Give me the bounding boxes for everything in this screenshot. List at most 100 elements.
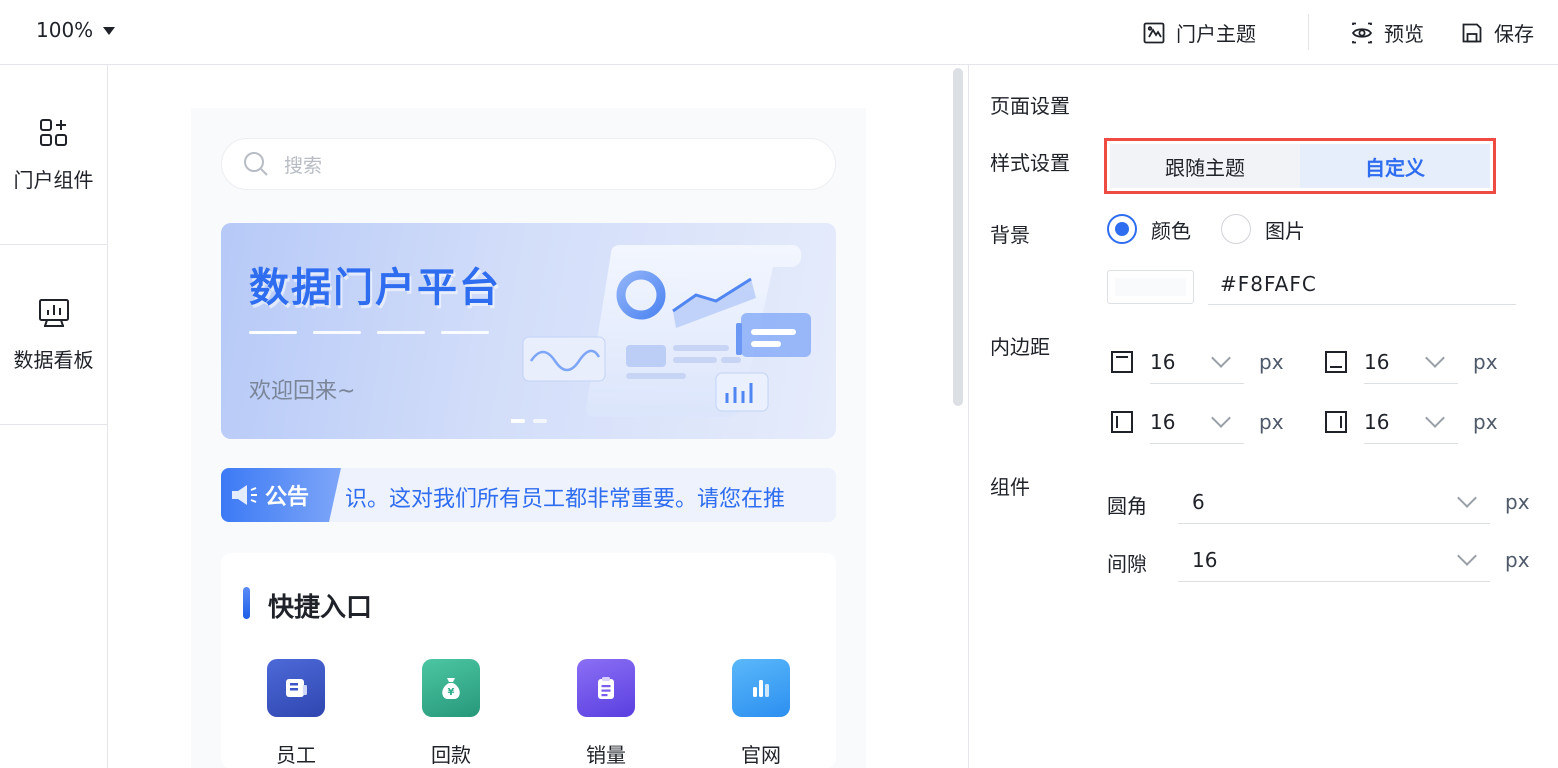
quick-entry-card: 快捷入口 员工 ¥ 回款 销量 官网 — [221, 553, 836, 768]
gap-label: 间隙 — [1107, 552, 1147, 576]
announcement-text: 识。这对我们所有员工都非常重要。请您在推 — [345, 487, 786, 512]
radius-unit: px — [1505, 490, 1530, 514]
style-settings-label: 样式设置 — [990, 151, 1070, 175]
search-box[interactable]: 搜索 — [221, 138, 836, 190]
padding-bottom-icon — [1325, 351, 1347, 373]
quick-entry-staff[interactable]: 员工 — [256, 659, 336, 768]
money-bag-icon: ¥ — [442, 678, 460, 699]
radius-label: 圆角 — [1107, 494, 1147, 518]
padding-top-value: 16 — [1150, 349, 1176, 374]
zoom-value: 100% — [36, 18, 94, 42]
padding-left-select[interactable]: 16 — [1150, 400, 1244, 444]
search-icon — [244, 152, 268, 176]
background-color-swatch[interactable] — [1107, 270, 1194, 304]
padding-bottom-value: 16 — [1364, 349, 1390, 374]
padding-top-unit: px — [1259, 350, 1284, 374]
zoom-dropdown[interactable]: 100% — [36, 18, 116, 42]
chevron-down-icon — [1211, 347, 1231, 368]
chevron-down-icon — [1457, 545, 1477, 566]
gap-unit: px — [1505, 548, 1530, 572]
quick-entry-icon-bg: ¥ — [422, 659, 480, 717]
chevron-down-icon — [1211, 407, 1231, 428]
radius-value: 6 — [1192, 489, 1205, 514]
carousel-dot[interactable] — [249, 331, 297, 334]
announcement-bar[interactable]: 公告 识。这对我们所有员工都非常重要。请您在推 — [221, 468, 836, 522]
quick-entry-icon-bg — [732, 659, 790, 717]
portal-theme-button[interactable]: 门户主题 — [1142, 18, 1256, 47]
radio-label: 图片 — [1265, 218, 1305, 243]
welcome-banner[interactable]: 数据门户平台 欢迎回来~ — [221, 223, 836, 439]
padding-right-unit: px — [1473, 410, 1498, 434]
quick-entry-payment[interactable]: ¥ 回款 — [411, 659, 491, 768]
left-sidebar: 门户组件 数据看板 — [0, 65, 108, 768]
save-icon — [1462, 23, 1482, 42]
padding-label: 内边距 — [990, 335, 1050, 359]
radio-label: 颜色 — [1151, 218, 1191, 243]
announcement-tag: 公告 — [221, 468, 341, 522]
chevron-down-icon — [1425, 407, 1445, 428]
save-label: 保存 — [1494, 22, 1534, 46]
sidebar-item-data-board[interactable]: 数据看板 — [0, 245, 107, 425]
padding-left-icon — [1111, 411, 1133, 433]
background-radio-image[interactable]: 图片 — [1221, 214, 1305, 244]
quick-entry-website[interactable]: 官网 — [721, 659, 801, 768]
quick-entry-icon-bg — [267, 659, 325, 717]
padding-right-value: 16 — [1364, 409, 1390, 434]
quick-entry-sales[interactable]: 销量 — [566, 659, 646, 768]
sidebar-item-portal-components[interactable]: 门户组件 — [0, 65, 107, 245]
canvas-scrollbar[interactable] — [953, 68, 963, 406]
banner-title: 数据门户平台 — [249, 265, 501, 311]
quick-entry-label: 员工 — [276, 743, 316, 767]
carousel-dot[interactable] — [377, 331, 425, 334]
quick-entry-label: 回款 — [431, 743, 471, 767]
padding-right-icon — [1325, 411, 1347, 433]
padding-right-select[interactable]: 16 — [1364, 400, 1458, 444]
dashboard-illustration-icon — [511, 245, 811, 423]
chevron-down-icon — [1457, 487, 1477, 508]
announcement-tag-label: 公告 — [265, 485, 310, 510]
preview-button[interactable]: 预览 — [1350, 18, 1424, 47]
page-settings-heading: 页面设置 — [990, 94, 1070, 118]
chevron-down-icon — [1425, 347, 1445, 368]
quick-entry-title: 快捷入口 — [268, 593, 373, 623]
megaphone-icon — [232, 485, 257, 505]
padding-top-select[interactable]: 16 — [1150, 340, 1244, 384]
save-button[interactable]: 保存 — [1460, 18, 1534, 47]
style-option-follow-theme[interactable]: 跟随主题 — [1110, 144, 1300, 188]
style-option-custom[interactable]: 自定义 — [1300, 144, 1490, 188]
section-accent-bar — [243, 587, 250, 619]
background-label: 背景 — [990, 223, 1030, 247]
svg-text:¥: ¥ — [448, 687, 455, 698]
gap-select[interactable]: 16 — [1178, 538, 1490, 582]
background-color-input[interactable]: #F8FAFC — [1208, 268, 1516, 305]
carousel-dot[interactable] — [441, 331, 489, 334]
search-placeholder: 搜索 — [284, 154, 323, 177]
clipboard-icon — [598, 677, 614, 699]
swatch-fill — [1115, 278, 1186, 296]
padding-top-icon — [1111, 351, 1133, 373]
background-radio-color[interactable]: 颜色 — [1107, 214, 1191, 244]
padding-left-unit: px — [1259, 410, 1284, 434]
theme-icon — [1143, 22, 1165, 43]
sidebar-item-label: 数据看板 — [13, 348, 94, 372]
quick-entry-label: 官网 — [741, 743, 781, 767]
portal-theme-label: 门户主题 — [1176, 22, 1256, 46]
quick-entry-label: 销量 — [586, 743, 626, 767]
toolbar-divider — [1308, 14, 1309, 50]
carousel-dot[interactable] — [313, 331, 361, 334]
bar-chart-icon — [753, 680, 769, 697]
banner-carousel-dots — [249, 331, 489, 334]
caret-down-icon — [103, 27, 116, 35]
padding-bottom-select[interactable]: 16 — [1364, 340, 1458, 384]
padding-left-value: 16 — [1150, 409, 1176, 434]
radius-select[interactable]: 6 — [1178, 480, 1490, 524]
sidebar-item-label: 门户组件 — [13, 168, 94, 192]
padding-bottom-unit: px — [1473, 350, 1498, 374]
staff-card-icon — [286, 679, 307, 697]
gap-value: 16 — [1192, 547, 1218, 572]
top-toolbar: 100% 门户主题 预览 保存 — [0, 0, 1558, 65]
radio-checked-icon[interactable] — [1107, 214, 1137, 244]
component-label: 组件 — [990, 475, 1030, 499]
radio-unchecked-icon[interactable] — [1221, 214, 1251, 244]
quick-entry-icon-bg — [577, 659, 635, 717]
